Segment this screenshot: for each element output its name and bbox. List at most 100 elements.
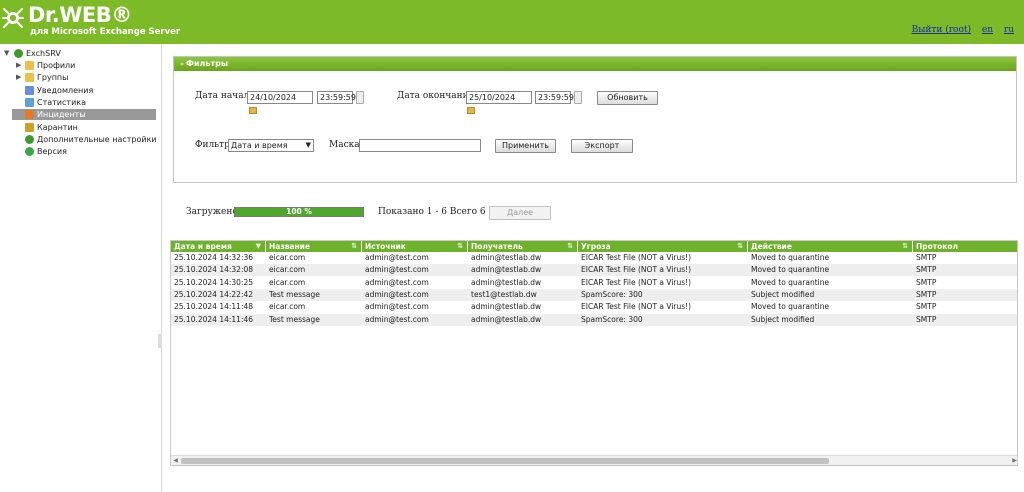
expand-arrow-icon[interactable]: ▶ — [16, 60, 24, 71]
table-cell: admin@test.com — [365, 289, 429, 299]
table-cell: EICAR Test File (NOT a Virus!) — [581, 302, 692, 312]
sidebar-item-4[interactable]: Статистика — [12, 97, 156, 108]
horizontal-scrollbar[interactable]: ◀ ▶ — [171, 455, 1017, 465]
table-row[interactable]: 25.10.2024 14:11:48 eicar.com admin@test.c… — [171, 301, 1017, 313]
table-cell: admin@testlab.dw — [471, 302, 542, 312]
sidebar-item-6[interactable]: Карантин — [12, 122, 156, 133]
table-cell: Moved to quarantine — [751, 302, 830, 312]
statistics-icon — [25, 97, 34, 107]
app-header: Dr.WEB® для Microsoft Exchange Server Вы… — [0, 0, 1024, 44]
sidebar-item-3[interactable]: Уведомления — [12, 85, 156, 96]
table-row[interactable]: 25.10.2024 14:32:08 eicar.com admin@test.c… — [171, 264, 1017, 277]
table-cell: test1@testlab.dw — [471, 289, 537, 299]
column-header-label: Получатель — [471, 242, 523, 251]
tree-root-exchsrv[interactable]: ▼ ExchSRV — [4, 48, 154, 59]
table-cell: eicar.com — [269, 253, 306, 262]
table-cell: admin@testlab.dw — [471, 314, 542, 324]
load-progress-text: 100 % — [286, 207, 312, 216]
table-cell: admin@testlab.dw — [471, 253, 542, 262]
refresh-button[interactable]: Обновить — [597, 91, 658, 105]
column-header-3[interactable]: Источник ⇅ — [362, 241, 468, 252]
mask-label: Маска — [329, 140, 360, 150]
header-links: Выйти (root) en ru — [904, 25, 1014, 35]
end-time-field[interactable]: 23:59:59 — [535, 91, 574, 104]
end-time-spinner[interactable] — [574, 91, 582, 104]
sidebar-item-5[interactable]: Инциденты — [12, 109, 156, 121]
language-ru-link[interactable]: ru — [1004, 25, 1014, 35]
sidebar-item-2[interactable]: ▶ Группы — [12, 72, 156, 83]
table-row[interactable]: 25.10.2024 14:32:36 eicar.com admin@test.c… — [171, 252, 1017, 264]
start-date-calendar-icon[interactable] — [249, 107, 257, 114]
sidebar-resize-handle[interactable] — [158, 334, 162, 348]
collapse-icon[interactable]: – — [180, 59, 184, 68]
notification-icon — [25, 85, 34, 95]
table-cell: admin@test.com — [365, 302, 429, 312]
table-cell: EICAR Test File (NOT a Virus!) — [581, 253, 692, 262]
apply-button[interactable]: Применить — [495, 139, 556, 153]
column-header-1[interactable]: Дата и время ▼ — [171, 241, 266, 252]
sort-icon[interactable]: ⇅ — [567, 241, 573, 252]
info-icon — [25, 147, 34, 157]
incident-icon — [25, 110, 34, 120]
expand-arrow-icon[interactable]: ▶ — [16, 72, 24, 83]
table-cell: 25.10.2024 14:32:36 — [174, 253, 254, 262]
sidebar-item-8[interactable]: Версия — [12, 146, 156, 157]
sidebar-item-1[interactable]: ▶ Профили — [12, 60, 156, 71]
end-date-calendar-icon[interactable] — [467, 107, 475, 114]
sidebar-item-label: Профили — [37, 61, 76, 70]
filters-panel-header[interactable]: – Фильтры — [174, 57, 1016, 71]
start-time-spinner[interactable] — [356, 91, 364, 104]
sort-icon[interactable]: ⇅ — [737, 241, 743, 252]
sidebar-item-label: Статистика — [37, 97, 86, 107]
table-cell: eicar.com — [269, 277, 306, 287]
mask-input[interactable] — [359, 139, 481, 152]
column-header-label: Источник — [365, 242, 406, 251]
table-cell: Subject modified — [751, 314, 815, 324]
export-button[interactable]: Экспорт — [571, 139, 633, 153]
start-date-field[interactable]: 24/10/2024 — [247, 91, 313, 104]
filter-select-value: Дата и время — [231, 141, 288, 150]
sort-icon[interactable]: ⇅ — [351, 241, 357, 252]
drweb-spider-logo-icon — [2, 8, 24, 28]
load-progress-bar: 100 % — [234, 207, 364, 217]
column-header-2[interactable]: Название ⇅ — [266, 241, 362, 252]
scroll-right-icon[interactable]: ▶ — [1010, 456, 1017, 465]
table-row[interactable]: 25.10.2024 14:30:25 eicar.com admin@test.c… — [171, 277, 1017, 289]
language-en-link[interactable]: en — [982, 25, 993, 35]
table-cell: Moved to quarantine — [751, 277, 830, 287]
tree-root-label: ExchSRV — [26, 49, 61, 58]
column-header-4[interactable]: Получатель ⇅ — [468, 241, 578, 252]
table-cell: Test message — [269, 289, 320, 299]
quarantine-icon — [25, 122, 34, 132]
table-cell: Subject modified — [751, 289, 815, 299]
table-cell: SpamScore: 300 — [581, 289, 643, 299]
table-cell: SMTP — [916, 289, 937, 299]
sort-icon[interactable]: ⇅ — [902, 241, 908, 252]
table-cell: admin@testlab.dw — [471, 277, 542, 287]
shown-count-text: Показано 1 - 6 Всего 6 — [378, 207, 486, 217]
expand-arrow-icon[interactable]: ▼ — [4, 48, 12, 59]
table-row[interactable]: 25.10.2024 14:22:42 Test message admin@tes… — [171, 288, 1017, 301]
sort-icon[interactable]: ⇅ — [457, 241, 463, 252]
logout-link[interactable]: Выйти (root) — [912, 25, 971, 35]
table-cell: eicar.com — [269, 302, 306, 312]
table-row[interactable]: 25.10.2024 14:11:46 Test message admin@tes… — [171, 313, 1017, 326]
end-date-field[interactable]: 25/10/2024 — [466, 91, 532, 104]
brand-name: Dr.WEB® — [28, 3, 132, 27]
chevron-down-icon: ▼ — [305, 141, 311, 149]
column-header-6[interactable]: Действие ⇅ — [748, 241, 913, 252]
scrollbar-thumb[interactable] — [181, 458, 829, 464]
column-header-7[interactable]: Протокол — [913, 241, 1017, 252]
table-cell: eicar.com — [269, 265, 306, 275]
table-cell: Moved to quarantine — [751, 253, 830, 262]
table-cell: Test message — [269, 314, 320, 324]
table-cell: SMTP — [916, 314, 937, 324]
start-time-field[interactable]: 23:59:59 — [317, 91, 356, 104]
filter-select[interactable]: Дата и время ▼ — [228, 139, 314, 152]
table-cell: SMTP — [916, 277, 937, 287]
sort-desc-icon[interactable]: ▼ — [256, 241, 261, 252]
scroll-left-icon[interactable]: ◀ — [171, 456, 180, 465]
sidebar-item-7[interactable]: Дополнительные настройки — [12, 134, 157, 145]
next-page-button[interactable]: Далее — [489, 206, 551, 220]
column-header-5[interactable]: Угроза ⇅ — [578, 241, 748, 252]
